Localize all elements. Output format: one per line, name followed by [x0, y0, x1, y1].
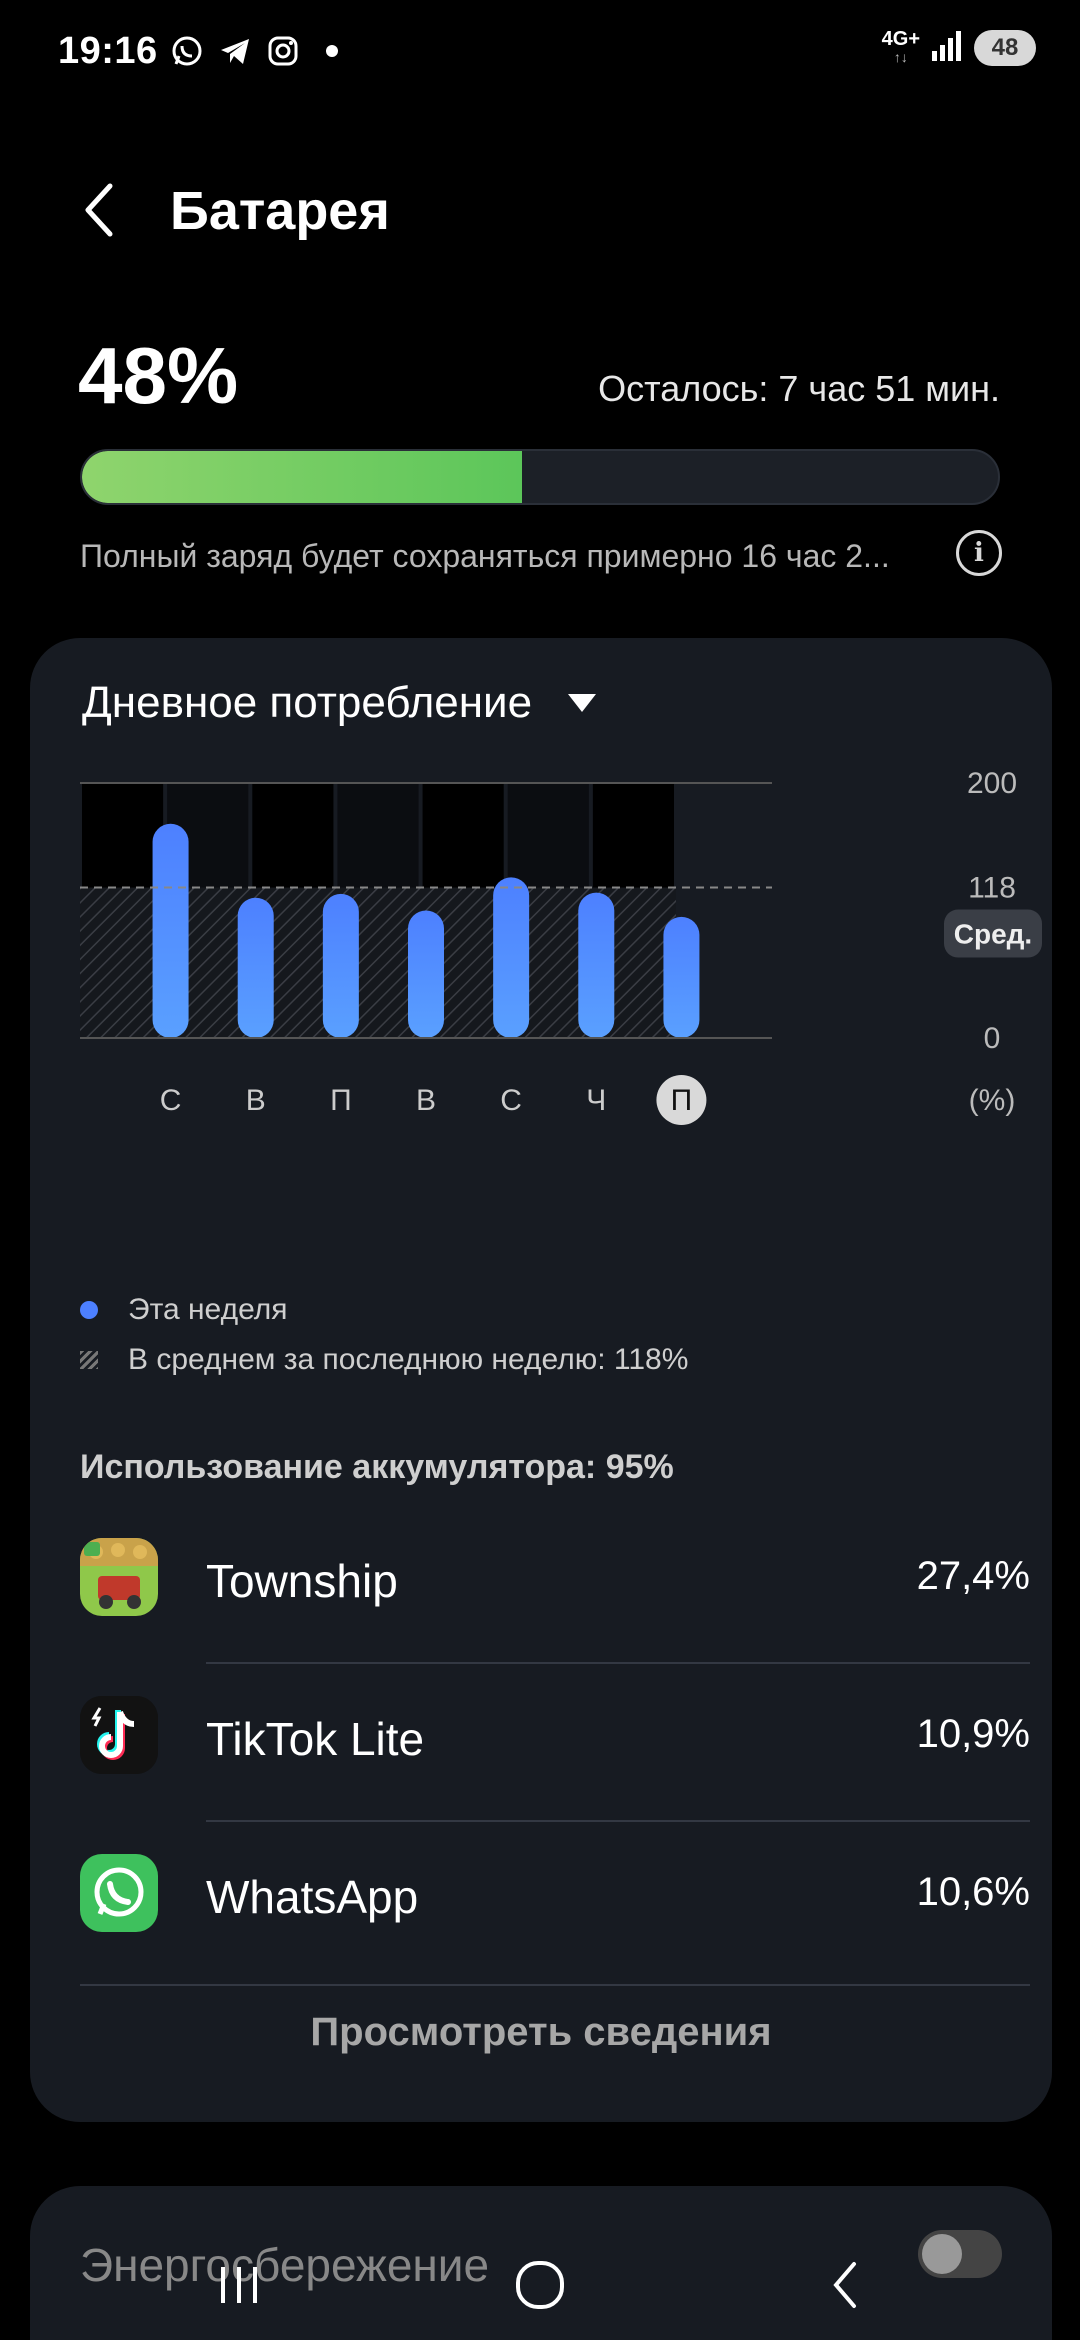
page-title: Батарея	[170, 181, 390, 241]
app-row-tiktok-lite[interactable]: TikTok Lite 10,9%	[80, 1664, 1030, 1822]
app-name: Township	[206, 1555, 398, 1607]
app-name: TikTok Lite	[206, 1713, 425, 1765]
legend-hatch-icon	[80, 1351, 98, 1369]
battery-level-bar	[80, 449, 1000, 505]
usage-bar[interactable]	[663, 916, 700, 1038]
notification-icons	[168, 32, 338, 70]
back-button[interactable]	[70, 180, 130, 240]
status-time: 19:16	[58, 30, 158, 72]
battery-usage-total: Использование аккумулятора: 95%	[80, 1448, 674, 1486]
status-bar: 19:16 4G+ ↑↓ 48	[0, 0, 1080, 105]
info-icon[interactable]: i	[956, 530, 1002, 576]
app-name: WhatsApp	[206, 1871, 419, 1923]
chart-legend: Эта неделя В среднем за последнюю неделю…	[80, 1293, 688, 1393]
usage-period-label: Дневное потребление	[82, 678, 533, 727]
app-row-township[interactable]: Township 27,4%	[80, 1506, 1030, 1664]
legend-average-label: В среднем за последнюю неделю: 118%	[128, 1343, 689, 1376]
usage-bar[interactable]	[237, 897, 274, 1038]
usage-chart-svg: С В П В С Ч П 200 118 0 Сред. (%)	[80, 768, 1042, 1125]
usage-bar[interactable]	[578, 892, 615, 1038]
time-remaining: Осталось: 7 час 51 мин.	[598, 368, 1000, 409]
view-details-button[interactable]: Просмотреть сведения	[30, 2010, 1052, 2055]
back-icon	[833, 2262, 856, 2308]
usage-chart: С В П В С Ч П 200 118 0 Сред. (%)	[30, 768, 1052, 1328]
network-type: 4G+ ↑↓	[881, 28, 920, 66]
telegram-notification-icon	[216, 32, 254, 70]
network-type-label: 4G+	[881, 28, 920, 50]
usage-period-dropdown[interactable]: Дневное потребление	[82, 678, 597, 728]
day-label[interactable]: П	[330, 1084, 352, 1117]
legend-this-week-label: Эта неделя	[128, 1293, 288, 1326]
dropdown-arrow-icon	[568, 694, 597, 712]
recent-apps-button[interactable]	[200, 2250, 280, 2320]
legend-average: В среднем за последнюю неделю: 118%	[80, 1343, 688, 1377]
network-arrows: ↑↓	[893, 49, 908, 65]
day-label[interactable]: В	[246, 1084, 266, 1117]
day-label[interactable]: С	[500, 1084, 522, 1117]
day-label[interactable]: Ч	[586, 1084, 606, 1117]
usage-bar[interactable]	[152, 823, 189, 1038]
app-header: Батарея	[0, 160, 1080, 260]
whatsapp-notification-icon	[168, 32, 206, 70]
average-label: Сред.	[954, 919, 1032, 950]
township-icon	[80, 1538, 158, 1616]
instagram-notification-icon	[264, 32, 302, 70]
system-nav-bar	[0, 2230, 1080, 2340]
daily-usage-card: Дневное потребление С В П В С Ч П 200 118 0 Сред. (…	[30, 638, 1052, 2122]
battery-level-fill	[82, 451, 522, 503]
day-label[interactable]: П	[671, 1084, 693, 1117]
y-unit-label: (%)	[969, 1084, 1016, 1117]
y-tick-label: 0	[984, 1022, 1001, 1055]
app-usage-percent: 10,9%	[916, 1712, 1030, 1756]
legend-dot-icon	[80, 1301, 98, 1319]
more-notifications-dot	[326, 45, 338, 57]
y-tick-label: 118	[968, 872, 1016, 905]
signal-icon	[930, 30, 964, 66]
legend-this-week: Эта неделя	[80, 1293, 688, 1327]
day-label[interactable]: В	[416, 1084, 436, 1117]
recent-apps-icon	[221, 2267, 257, 2303]
home-icon	[516, 2261, 564, 2309]
full-charge-note: Полный заряд будет сохраняться примерно …	[80, 538, 890, 574]
status-right: 4G+ ↑↓ 48	[881, 28, 1036, 66]
usage-bar[interactable]	[408, 910, 444, 1039]
card-divider	[80, 1984, 1030, 1986]
whatsapp-icon	[80, 1854, 158, 1932]
app-usage-percent: 10,6%	[916, 1870, 1030, 1914]
battery-percent: 48%	[78, 331, 239, 420]
day-label[interactable]: С	[160, 1084, 182, 1117]
tiktok-icon	[80, 1696, 158, 1774]
nav-back-button[interactable]	[806, 2250, 886, 2320]
home-button[interactable]	[500, 2250, 580, 2320]
usage-bar[interactable]	[493, 877, 530, 1038]
chevron-left-icon	[85, 183, 113, 237]
app-row-whatsapp[interactable]: WhatsApp 10,6%	[80, 1822, 1030, 1980]
usage-bar[interactable]	[322, 893, 359, 1038]
app-usage-percent: 27,4%	[916, 1554, 1030, 1598]
y-tick-label: 200	[967, 768, 1017, 800]
battery-status-icon: 48	[974, 30, 1036, 66]
